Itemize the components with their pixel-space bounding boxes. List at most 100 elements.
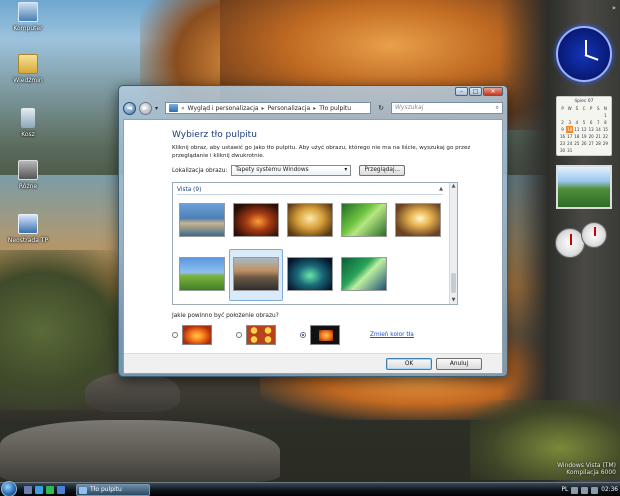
cpu-meter-gadget[interactable] [555, 222, 613, 260]
calendar-day[interactable]: 2 [559, 119, 566, 126]
collapse-icon[interactable]: ▲ [439, 186, 443, 192]
taskbar-button-desktop-background[interactable]: Tło pulpitu [76, 484, 150, 496]
calendar-day[interactable]: 31 [566, 147, 573, 154]
calendar-day[interactable]: 1 [602, 112, 609, 119]
wallpaper-thumbnail[interactable] [179, 257, 225, 291]
volume-icon[interactable] [581, 486, 589, 494]
position-tile-icon[interactable] [246, 325, 276, 345]
internet-explorer-icon[interactable] [35, 486, 43, 494]
desktop-icon-label: Komputer [13, 25, 43, 32]
os-watermark: Windows Vista (TM) Kompilacja 6000 [557, 462, 616, 476]
calendar-day[interactable]: 7 [595, 119, 602, 126]
calendar-day [566, 112, 573, 119]
calendar-day[interactable]: 15 [602, 126, 609, 133]
calendar-day[interactable]: 22 [602, 133, 609, 140]
close-button[interactable]: ✕ [483, 87, 503, 96]
browse-button[interactable]: Przeglądaj... [359, 165, 406, 176]
language-indicator[interactable]: PL [562, 487, 569, 493]
calendar-day[interactable]: 16 [559, 133, 566, 140]
wallpaper-gallery[interactable]: Vista (9) ▲ ▲ ▼ [172, 182, 458, 305]
calendar-day[interactable]: 3 [566, 119, 573, 126]
chevron-right-icon[interactable]: ▸ [262, 105, 265, 112]
picture-location-select[interactable]: Tapety systemu Windows ▾ [231, 165, 352, 176]
breadcrumb-item[interactable]: Tło pulpitu [319, 105, 351, 112]
calendar-day[interactable]: 12 [580, 126, 587, 133]
calendar-day[interactable]: 11 [573, 126, 580, 133]
position-fill-radio[interactable] [172, 332, 178, 338]
wallpaper-thumbnail[interactable] [287, 257, 333, 291]
calendar-day[interactable]: 23 [559, 140, 566, 147]
network-icon[interactable] [571, 486, 579, 494]
clock-gadget[interactable] [556, 26, 612, 82]
desktop-background-window[interactable]: – □ ✕ ◄ ► ▾ » Wygląd i personalizacja ▸ … [118, 85, 508, 377]
position-tile-radio[interactable] [236, 332, 242, 338]
scroll-up-icon[interactable]: ▲ [450, 183, 457, 190]
start-button[interactable] [1, 481, 17, 496]
desktop-icon-computer[interactable]: Komputer [3, 2, 53, 32]
wallpaper-thumbnail[interactable] [179, 203, 225, 237]
position-fill-icon[interactable] [182, 325, 212, 345]
calendar-day[interactable]: 29 [602, 140, 609, 147]
breadcrumb-item[interactable]: Personalizacja [268, 105, 311, 112]
media-player-icon[interactable] [46, 486, 54, 494]
calendar-gadget[interactable]: lipiec 07 P W Ś C P S N 1 2 3 4 5 6 7 8 9 10 11 12 13 14 15 16… [556, 96, 612, 156]
minimize-button[interactable]: – [455, 87, 468, 96]
wallpaper-thumbnail[interactable] [287, 203, 333, 237]
calendar-day[interactable]: 8 [602, 119, 609, 126]
calendar-day[interactable]: 17 [566, 133, 573, 140]
wallpaper-thumbnail-selected[interactable] [233, 257, 279, 291]
calendar-day[interactable]: 26 [580, 140, 587, 147]
recent-pages-dropdown[interactable]: ▾ [155, 105, 162, 112]
change-background-color-link[interactable]: Zmień kolor tła [370, 332, 414, 338]
calendar-day[interactable]: 24 [566, 140, 573, 147]
sidebar-toggle[interactable]: » [588, 4, 616, 14]
scrollbar-thumb[interactable] [451, 273, 456, 293]
calendar-day[interactable]: 6 [588, 119, 595, 126]
address-bar[interactable]: » Wygląd i personalizacja ▸ Personalizac… [165, 102, 371, 114]
desktop-icon-folder[interactable]: Wiedźmin [3, 54, 53, 84]
calendar-day[interactable]: 28 [595, 140, 602, 147]
calendar-day[interactable]: 25 [573, 140, 580, 147]
window-titlebar[interactable]: – □ ✕ [119, 86, 507, 98]
breadcrumb-item[interactable]: Wygląd i personalizacja [188, 105, 259, 112]
slideshow-gadget[interactable] [556, 165, 612, 209]
clock[interactable]: 02:36 [601, 487, 618, 493]
gallery-scrollbar[interactable]: ▲ ▼ [449, 183, 457, 304]
desktop-icon-recycle-bin[interactable]: Kosz [3, 108, 53, 138]
calendar-day [573, 112, 580, 119]
position-center-radio[interactable] [300, 332, 306, 338]
calendar-day[interactable]: 30 [559, 147, 566, 154]
switch-windows-icon[interactable] [57, 486, 65, 494]
calendar-day[interactable]: 13 [588, 126, 595, 133]
calendar-day[interactable]: 27 [588, 140, 595, 147]
position-center-icon[interactable] [310, 325, 340, 345]
ok-button[interactable]: OK [386, 358, 432, 370]
search-input[interactable]: Wyszukaj ⌕ [391, 102, 503, 114]
desktop-icon-network[interactable]: Neostrada TP [3, 214, 53, 244]
calendar-day[interactable]: 9 [559, 126, 566, 133]
calendar-day[interactable]: 5 [580, 119, 587, 126]
calendar-day[interactable]: 14 [595, 126, 602, 133]
calendar-day[interactable]: 10 [566, 126, 574, 133]
calendar-day[interactable]: 19 [580, 133, 587, 140]
desktop-icon-misc[interactable]: Różne [3, 160, 53, 190]
wallpaper-thumbnail[interactable] [341, 203, 387, 237]
group-header[interactable]: Vista (9) ▲ [177, 186, 443, 195]
chevron-right-icon[interactable]: ▸ [313, 105, 316, 112]
calendar-day[interactable]: 21 [595, 133, 602, 140]
cancel-button[interactable]: Anuluj [436, 358, 482, 370]
calendar-day[interactable]: 4 [573, 119, 580, 126]
calendar-day[interactable]: 18 [573, 133, 580, 140]
security-icon[interactable] [591, 486, 599, 494]
wallpaper-thumbnail[interactable] [341, 257, 387, 291]
scroll-down-icon[interactable]: ▼ [450, 297, 457, 304]
calendar-day[interactable]: 20 [588, 133, 595, 140]
refresh-icon[interactable]: ↻ [374, 102, 388, 114]
maximize-button[interactable]: □ [469, 87, 482, 96]
back-button[interactable]: ◄ [123, 101, 136, 115]
show-desktop-icon[interactable] [24, 486, 32, 494]
wallpaper-thumbnail[interactable] [233, 203, 279, 237]
wallpaper-thumbnail[interactable] [395, 203, 441, 237]
search-icon[interactable]: ⌕ [496, 103, 499, 113]
forward-button[interactable]: ► [139, 101, 152, 115]
